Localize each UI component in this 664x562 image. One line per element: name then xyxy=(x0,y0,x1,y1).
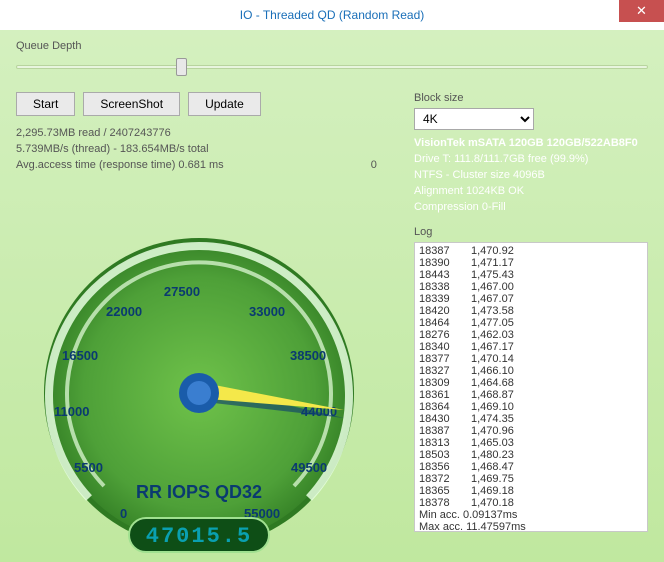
drive-capacity: Drive T: 111.8/111.7GB free (99.9%) xyxy=(414,152,648,168)
drive-alignment: Alignment 1024KB OK xyxy=(414,184,648,200)
log-row: 183901,471.17 xyxy=(419,257,643,269)
tick-11000: 11000 xyxy=(54,404,89,419)
stats-block: 2,295.73MB read / 2407243776 5.739MB/s (… xyxy=(16,126,396,174)
log-row: 183091,464.68 xyxy=(419,377,643,389)
log-max: Max acc. 11.47597ms xyxy=(419,521,643,532)
tick-49500: 49500 xyxy=(291,460,327,475)
log-row: 184201,473.58 xyxy=(419,305,643,317)
log-min: Min acc. 0.09137ms xyxy=(419,509,643,521)
drive-compression: Compression 0-Fill xyxy=(414,200,648,216)
log-row: 183721,469.75 xyxy=(419,473,643,485)
tick-22000: 22000 xyxy=(106,304,142,319)
log-row: 184641,477.05 xyxy=(419,317,643,329)
log-row: 183561,468.47 xyxy=(419,461,643,473)
stat-zero: 0 xyxy=(371,158,377,174)
gauge-title: RR IOPS QD32 xyxy=(136,482,262,502)
start-button[interactable]: Start xyxy=(16,92,75,116)
log-row: 183651,469.18 xyxy=(419,485,643,497)
update-button[interactable]: Update xyxy=(188,92,261,116)
log-row: 183391,467.07 xyxy=(419,293,643,305)
log-row: 184301,474.35 xyxy=(419,413,643,425)
queue-depth-label: Queue Depth xyxy=(16,40,648,52)
log-row: 183641,469.10 xyxy=(419,401,643,413)
screenshot-button[interactable]: ScreenShot xyxy=(83,92,180,116)
window-title: IO - Threaded QD (Random Read) xyxy=(240,8,425,22)
close-icon: ✕ xyxy=(636,3,647,19)
tick-33000: 33000 xyxy=(249,304,285,319)
block-size-label: Block size xyxy=(414,92,648,104)
log-row: 185031,480.23 xyxy=(419,449,643,461)
log-box[interactable]: 183871,470.92183901,471.17184431,475.431… xyxy=(414,242,648,532)
log-row: 183611,468.87 xyxy=(419,389,643,401)
tick-16500: 16500 xyxy=(62,348,98,363)
stat-throughput: 5.739MB/s (thread) - 183.654MB/s total xyxy=(16,142,396,158)
tick-0: 0 xyxy=(120,506,127,521)
log-label: Log xyxy=(414,226,648,238)
log-row: 183871,470.92 xyxy=(419,245,643,257)
log-row: 183131,465.03 xyxy=(419,437,643,449)
log-row: 183401,467.17 xyxy=(419,341,643,353)
tick-27500: 27500 xyxy=(164,284,200,299)
drive-info: VisionTek mSATA 120GB 120GB/522AB8F0 Dri… xyxy=(414,136,648,216)
log-row: 183771,470.14 xyxy=(419,353,643,365)
drive-fs: NTFS - Cluster size 4096B xyxy=(414,168,648,184)
slider-track xyxy=(16,65,648,69)
stat-access-time: Avg.access time (response time) 0.681 ms xyxy=(16,159,224,171)
log-row: 182761,462.03 xyxy=(419,329,643,341)
log-row: 183871,470.96 xyxy=(419,425,643,437)
log-row: 183271,466.10 xyxy=(419,365,643,377)
gauge: 55000 49500 44000 38500 33000 27500 2200… xyxy=(24,228,374,558)
tick-5500: 5500 xyxy=(74,460,103,475)
gauge-lcd: 47015.5 xyxy=(146,524,252,549)
block-size-select[interactable]: 4K xyxy=(414,108,534,130)
log-row: 183381,467.00 xyxy=(419,281,643,293)
log-row: 184431,475.43 xyxy=(419,269,643,281)
main-panel: Queue Depth Start ScreenShot Update 2,29… xyxy=(0,30,664,562)
stat-read: 2,295.73MB read / 2407243776 xyxy=(16,126,396,142)
log-row: 183781,470.18 xyxy=(419,497,643,509)
tick-38500: 38500 xyxy=(290,348,326,363)
close-button[interactable]: ✕ xyxy=(619,0,664,22)
slider-thumb[interactable] xyxy=(176,58,187,76)
drive-name: VisionTek mSATA 120GB 120GB/522AB8F0 xyxy=(414,136,648,152)
queue-depth-slider[interactable] xyxy=(16,56,648,78)
titlebar: IO - Threaded QD (Random Read) ✕ xyxy=(0,0,664,30)
